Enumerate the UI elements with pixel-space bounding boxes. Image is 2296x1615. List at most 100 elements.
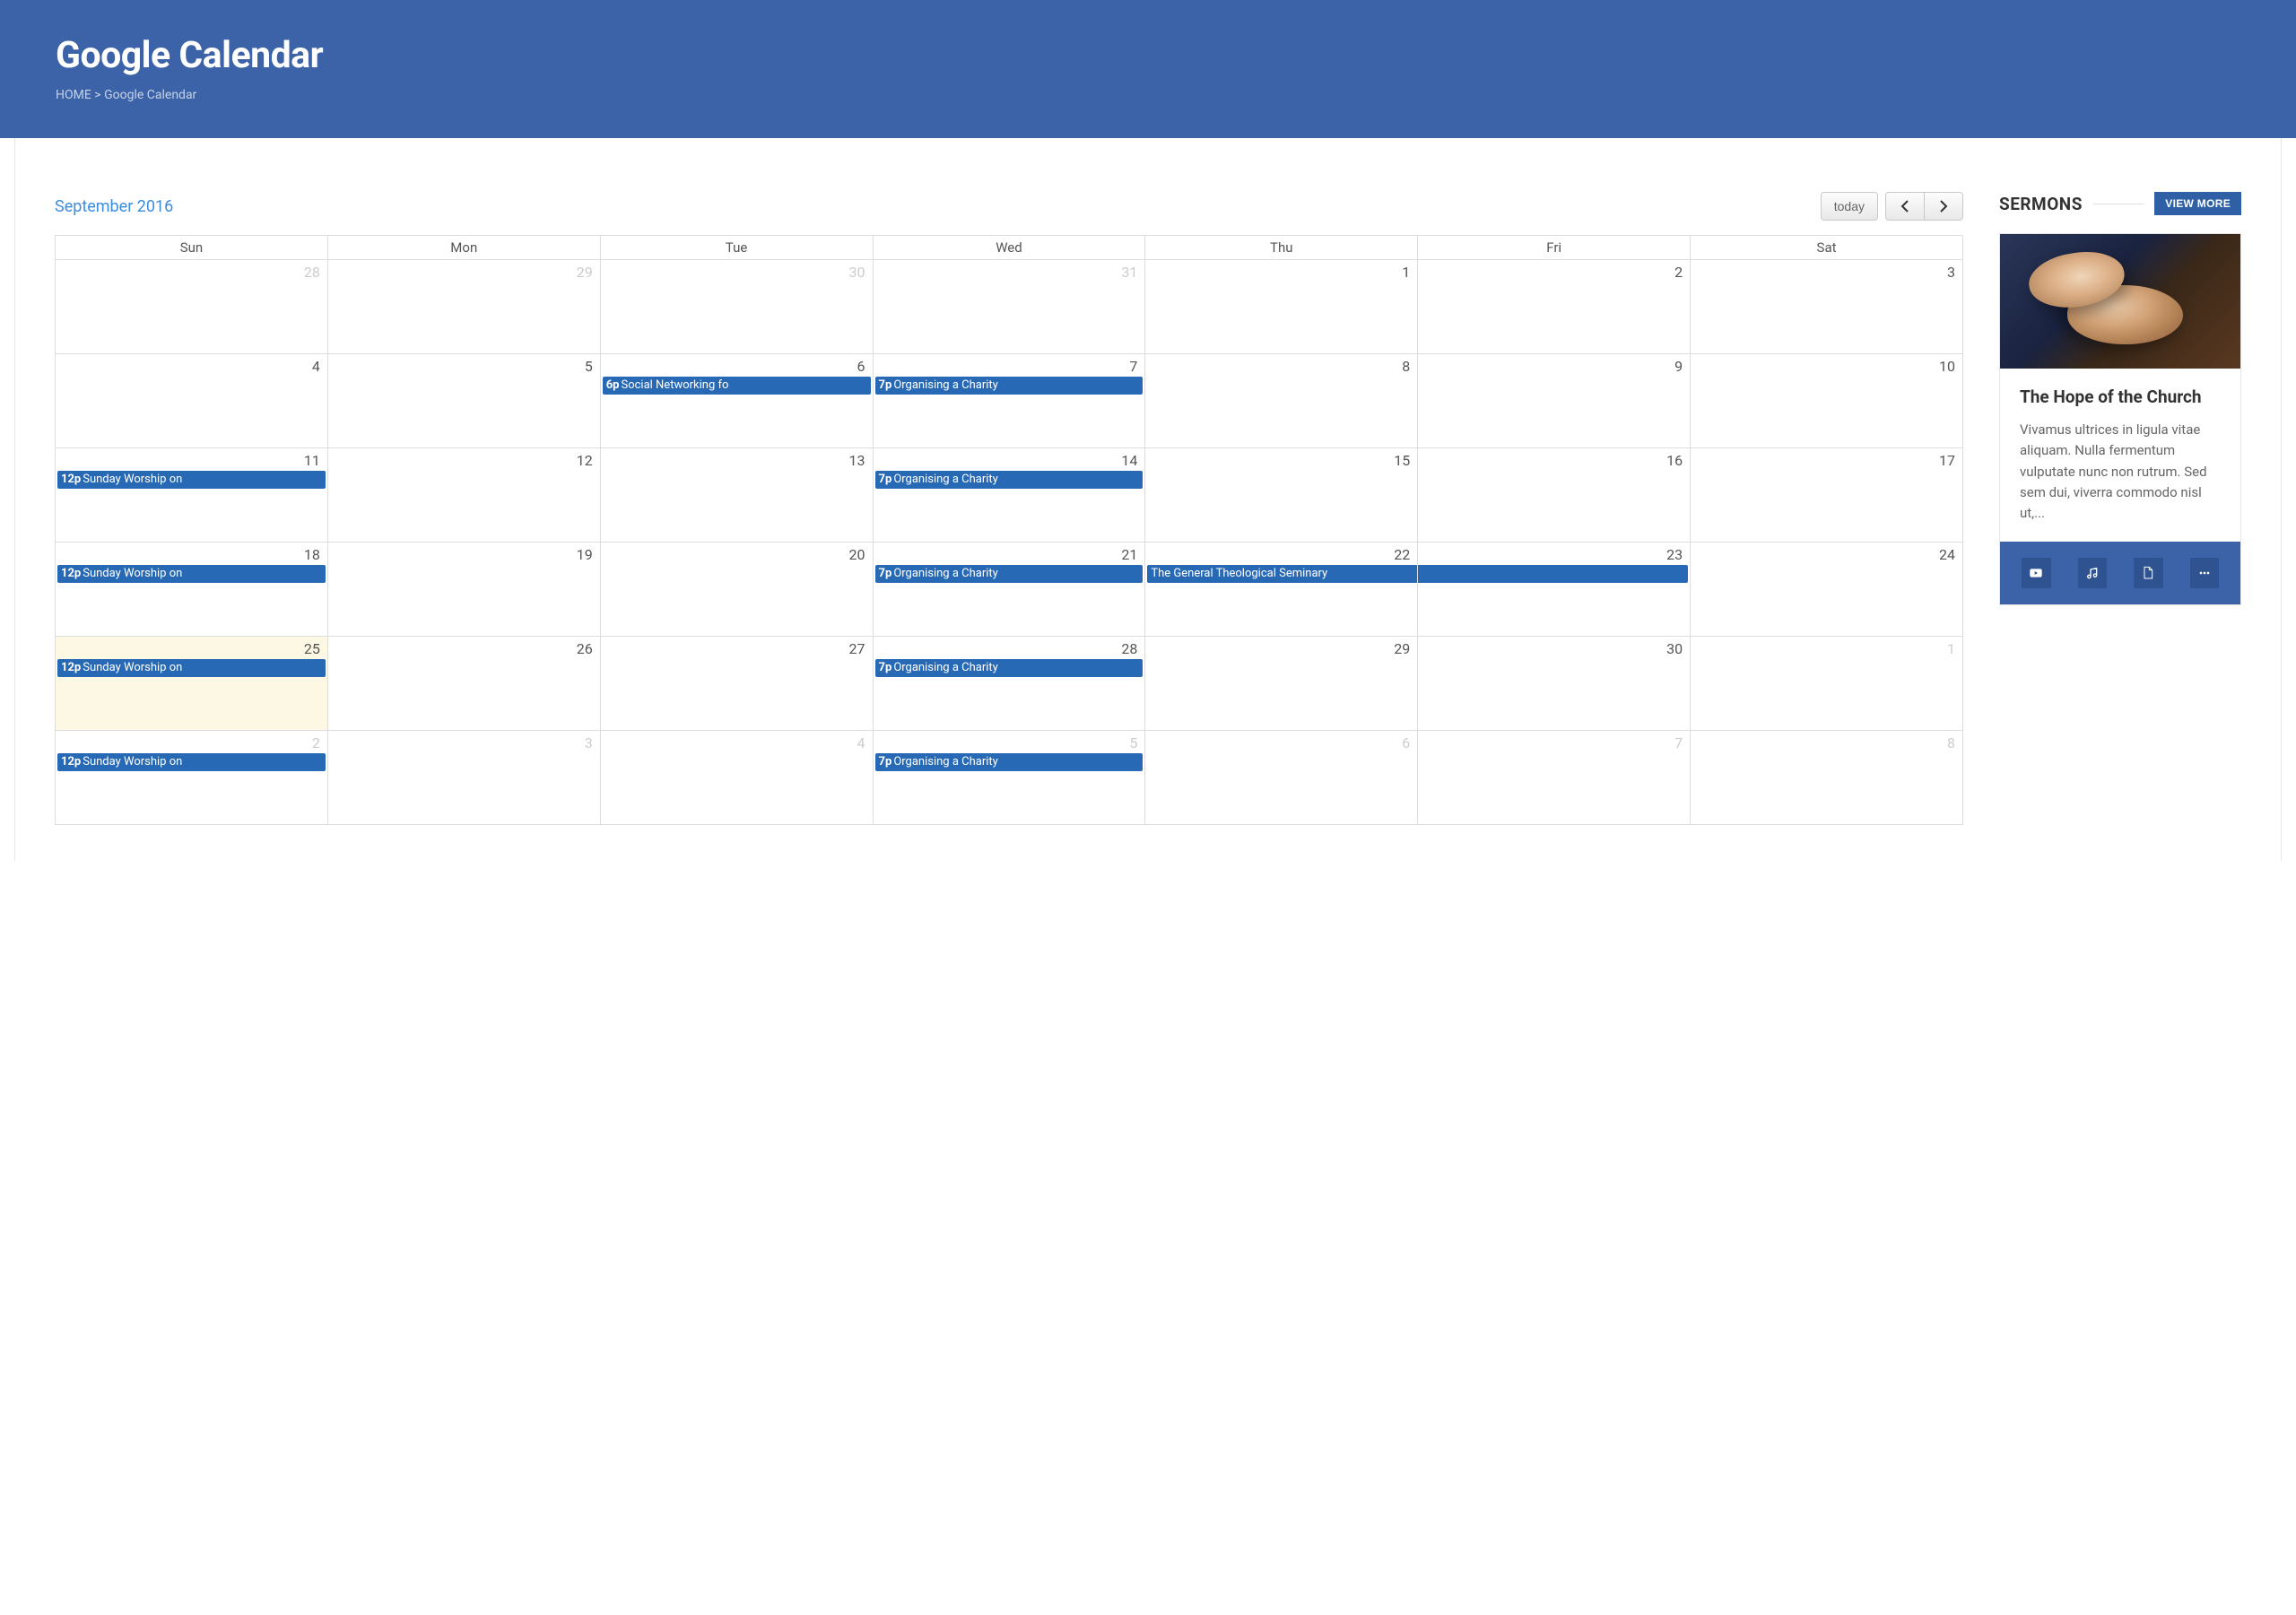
- day-number: 28: [56, 260, 327, 281]
- calendar-cell[interactable]: 10: [1691, 354, 1963, 448]
- day-number: 8: [1691, 731, 1962, 751]
- day-number: 28: [874, 637, 1145, 657]
- day-number: 5: [328, 354, 600, 375]
- sermon-image[interactable]: [2000, 234, 2240, 369]
- page-header: Google Calendar HOME > Google Calendar: [0, 0, 2296, 138]
- calendar-cell[interactable]: 28 7pOrganising a Charity: [873, 637, 1145, 731]
- calendar-event[interactable]: 6pSocial Networking fo: [603, 377, 871, 395]
- calendar-event[interactable]: 7pOrganising a Charity: [875, 377, 1144, 395]
- calendar-cell[interactable]: 1: [1691, 637, 1963, 731]
- calendar-cell[interactable]: 7 7pOrganising a Charity: [873, 354, 1145, 448]
- calendar-cell[interactable]: 30: [1418, 637, 1691, 731]
- next-month-button[interactable]: [1925, 192, 1963, 221]
- event-time: 12p: [61, 755, 81, 768]
- calendar-event[interactable]: The General Theological Seminary: [1147, 565, 1417, 583]
- calendar-cell[interactable]: 17: [1691, 448, 1963, 543]
- day-number: 30: [601, 260, 873, 281]
- pdf-button[interactable]: [2134, 558, 2163, 588]
- calendar-cell[interactable]: 26: [327, 637, 600, 731]
- calendar-cell[interactable]: 15: [1145, 448, 1418, 543]
- calendar-cell[interactable]: 8: [1691, 731, 1963, 825]
- calendar-cell[interactable]: 29: [1145, 637, 1418, 731]
- calendar-event[interactable]: 7pOrganising a Charity: [875, 471, 1144, 489]
- calendar-cell[interactable]: 3: [327, 731, 600, 825]
- file-icon: [2141, 566, 2155, 580]
- day-number: 7: [874, 354, 1145, 375]
- view-more-button[interactable]: VIEW MORE: [2154, 192, 2241, 215]
- calendar-cell[interactable]: 7: [1418, 731, 1691, 825]
- calendar-cell[interactable]: 13: [600, 448, 873, 543]
- calendar-cell[interactable]: 8: [1145, 354, 1418, 448]
- calendar-event[interactable]: [1418, 565, 1688, 583]
- day-number: 1: [1691, 637, 1962, 657]
- event-time: 7p: [879, 567, 892, 580]
- calendar-cell[interactable]: 212pSunday Worship on: [56, 731, 328, 825]
- calendar-cell[interactable]: 147pOrganising a Charity: [873, 448, 1145, 543]
- calendar-event[interactable]: 7pOrganising a Charity: [875, 659, 1144, 677]
- calendar-grid: SunMonTueWedThuFriSat 282930311234566pSo…: [55, 235, 1963, 825]
- event-title: Organising a Charity: [893, 755, 997, 768]
- event-title: Organising a Charity: [893, 378, 997, 392]
- calendar-cell[interactable]: 23: [1418, 543, 1691, 637]
- calendar-cell[interactable]: 2: [1418, 260, 1691, 354]
- day-number: 6: [601, 354, 873, 375]
- sermon-card: The Hope of the Church Vivamus ultrices …: [1999, 233, 2241, 605]
- audio-button[interactable]: [2078, 558, 2108, 588]
- breadcrumb: HOME > Google Calendar: [56, 88, 2240, 102]
- event-title: Organising a Charity: [893, 473, 997, 486]
- calendar-cell[interactable]: 28: [56, 260, 328, 354]
- calendar-cell[interactable]: 217pOrganising a Charity: [873, 543, 1145, 637]
- calendar-cell[interactable]: 2512pSunday Worship on: [56, 637, 328, 731]
- calendar-cell[interactable]: 24: [1691, 543, 1963, 637]
- page-title: Google Calendar: [56, 34, 2240, 77]
- calendar-cell[interactable]: 9: [1418, 354, 1691, 448]
- event-title: Sunday Worship on: [83, 473, 182, 486]
- calendar-cell[interactable]: 4: [600, 731, 873, 825]
- event-time: 7p: [879, 755, 892, 768]
- calendar-cell[interactable]: 31: [873, 260, 1145, 354]
- calendar-cell[interactable]: 27: [600, 637, 873, 731]
- day-number: 24: [1691, 543, 1962, 563]
- day-number: 31: [874, 260, 1145, 281]
- today-button[interactable]: today: [1821, 192, 1878, 221]
- calendar-cell[interactable]: 22The General Theological Seminary: [1145, 543, 1418, 637]
- sidebar: SERMONS VIEW MORE The Hope of the Church…: [1999, 192, 2241, 825]
- chevron-right-icon: [1939, 200, 1948, 213]
- day-number: 15: [1145, 448, 1417, 469]
- video-button[interactable]: [2022, 558, 2051, 588]
- calendar-cell[interactable]: 19: [327, 543, 600, 637]
- calendar-cell[interactable]: 20: [600, 543, 873, 637]
- day-number: 5: [874, 731, 1145, 751]
- calendar-event[interactable]: 12pSunday Worship on: [57, 753, 326, 771]
- calendar-cell[interactable]: 29: [327, 260, 600, 354]
- breadcrumb-home[interactable]: HOME: [56, 88, 91, 102]
- calendar-cell[interactable]: 6 6pSocial Networking fo: [600, 354, 873, 448]
- event-title: Sunday Worship on: [83, 661, 182, 674]
- calendar-event[interactable]: 12pSunday Worship on: [57, 659, 326, 677]
- prev-month-button[interactable]: [1885, 192, 1925, 221]
- video-icon: [2029, 566, 2043, 580]
- day-header: Sat: [1691, 236, 1963, 260]
- day-header: Mon: [327, 236, 600, 260]
- calendar-event[interactable]: 12pSunday Worship on: [57, 565, 326, 583]
- calendar-cell[interactable]: 6: [1145, 731, 1418, 825]
- calendar-cell[interactable]: 5 7pOrganising a Charity: [873, 731, 1145, 825]
- calendar-cell[interactable]: 5: [327, 354, 600, 448]
- calendar-cell[interactable]: 16: [1418, 448, 1691, 543]
- event-time: 12p: [61, 473, 81, 486]
- calendar-cell[interactable]: 12: [327, 448, 600, 543]
- calendar-cell[interactable]: 1812pSunday Worship on: [56, 543, 328, 637]
- more-button[interactable]: [2190, 558, 2220, 588]
- sermon-title[interactable]: The Hope of the Church: [2020, 386, 2221, 407]
- calendar-cell[interactable]: 4: [56, 354, 328, 448]
- calendar-cell[interactable]: 3: [1691, 260, 1963, 354]
- breadcrumb-sep: >: [91, 88, 104, 102]
- calendar-cell[interactable]: 1112pSunday Worship on: [56, 448, 328, 543]
- calendar-cell[interactable]: 30: [600, 260, 873, 354]
- calendar-event[interactable]: 12pSunday Worship on: [57, 471, 326, 489]
- calendar-event[interactable]: 7pOrganising a Charity: [875, 753, 1144, 771]
- calendar-cell[interactable]: 1: [1145, 260, 1418, 354]
- day-number: 12: [328, 448, 600, 469]
- calendar-event[interactable]: 7pOrganising a Charity: [875, 565, 1144, 583]
- day-number: 10: [1691, 354, 1962, 375]
